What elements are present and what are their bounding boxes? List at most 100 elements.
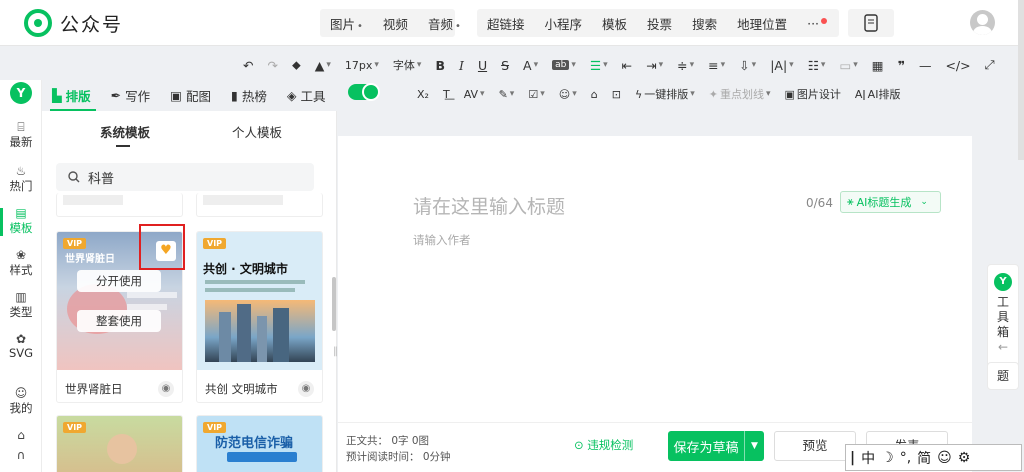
align-left-icon[interactable]: ☰ ▾ — [583, 58, 615, 73]
one-click-layout-button[interactable]: ϟ 一键排版 ▾ — [628, 86, 702, 102]
app-name: 公众号 — [60, 14, 124, 36]
ime-grip-icon[interactable]: | — [850, 450, 855, 466]
tab-personal-templates[interactable]: 个人模板 — [232, 122, 282, 141]
rail-active-indicator — [0, 208, 3, 236]
insert-template[interactable]: 模板 — [592, 14, 637, 33]
code-icon[interactable]: </> — [938, 58, 977, 73]
fullscreen-icon[interactable]: ⤢ — [978, 57, 1002, 73]
insert-miniprogram[interactable]: 小程序 — [535, 14, 593, 33]
template-card-child[interactable]: VIP — [56, 415, 183, 472]
divider-icon[interactable]: — — [912, 58, 939, 73]
plugin-logo-icon[interactable]: Y — [10, 82, 32, 104]
tab-tools[interactable]: ◈ 工具 — [277, 86, 336, 105]
background-color-button[interactable]: ab ▾ — [545, 60, 583, 70]
save-draft-button[interactable]: 保存为草稿 ▼ — [668, 431, 764, 461]
underline-button[interactable]: U — [471, 58, 494, 73]
insert-image-menu[interactable]: 图片 • — [320, 14, 373, 33]
tab-images[interactable]: ▣ 配图 — [160, 86, 221, 105]
block-style-icon[interactable]: ▭ ▾ — [832, 58, 864, 73]
plugin-toggle[interactable] — [348, 83, 380, 101]
list-icon[interactable]: ☷ ▾ — [801, 58, 833, 73]
image-design-button[interactable]: ▣ 图片设计 — [777, 86, 847, 102]
quote-icon[interactable]: ❞ — [891, 58, 912, 73]
insert-location[interactable]: 地理位置 — [727, 14, 797, 33]
insert-vote[interactable]: 投票 — [637, 14, 682, 33]
use-full-set-button[interactable]: 整套使用 — [77, 310, 161, 332]
rail-item-type[interactable]: ▥ 类型 — [0, 290, 42, 320]
ai-typeset-button[interactable]: Aǀ AI排版 — [848, 86, 908, 102]
emoji-icon[interactable]: ☺ ▾ — [552, 88, 584, 101]
moon-icon[interactable]: ☽ — [881, 450, 894, 466]
tab-writing[interactable]: ✒ 写作 — [101, 86, 161, 105]
table-icon[interactable]: ▦ — [865, 58, 891, 73]
italic-button[interactable]: I — [452, 58, 471, 73]
html-icon[interactable]: ⌂ — [584, 88, 605, 101]
avatar[interactable] — [970, 10, 995, 35]
resize-handle-icon[interactable]: ‖ — [333, 346, 338, 357]
search-input[interactable] — [88, 169, 288, 185]
template-card-telecom-fraud[interactable]: 防范电信诈骗 VIP — [196, 415, 323, 472]
insert-video-menu[interactable]: 视频 — [373, 14, 418, 33]
use-separately-button[interactable]: 分开使用 — [77, 270, 161, 292]
bold-button[interactable]: B — [428, 58, 452, 73]
title-input[interactable]: 请在这里输入标题 — [413, 192, 565, 219]
template-card-partial[interactable] — [196, 193, 323, 217]
rail-item-style[interactable]: ❀ 样式 — [0, 248, 42, 278]
font-family-select[interactable]: 字体 ▾ — [386, 57, 429, 73]
chevron-down-icon[interactable]: ▼ — [744, 431, 764, 461]
format-painter-icon[interactable]: ⬥ — [285, 57, 308, 73]
checkbox-icon[interactable]: ☑ ▾ — [521, 88, 551, 101]
insert-audio-menu[interactable]: 音频 • — [418, 14, 471, 33]
author-input[interactable]: 请输入作者 — [413, 232, 471, 248]
rail-item-hot[interactable]: ♨ 热门 — [0, 164, 42, 194]
spacing-after-icon[interactable]: ⇩ ▾ — [732, 58, 763, 73]
font-color-button[interactable]: A ▾ — [516, 58, 545, 73]
clear-format-icon[interactable]: ▲ ▾ — [308, 58, 338, 73]
superscript-icon[interactable]: T͟ — [436, 88, 457, 101]
phone-preview-button[interactable] — [848, 9, 894, 37]
insert-search[interactable]: 搜索 — [682, 14, 727, 33]
letter-spacing-icon[interactable]: |A| ▾ — [763, 58, 801, 73]
ime-chinese-mode[interactable]: 中 — [861, 448, 875, 468]
outdent-icon[interactable]: ⇥ ▾ — [639, 58, 670, 73]
rail-item-latest[interactable]: ⌸ 最新 — [0, 120, 42, 150]
ime-simplified-mode[interactable]: 简 — [917, 448, 931, 468]
template-card-partial[interactable] — [56, 193, 183, 217]
line-height-icon[interactable]: ≑ ▾ — [670, 58, 701, 73]
redo-icon[interactable]: ↷ — [260, 58, 284, 73]
template-subtabs: 系统模板 个人模板 — [42, 111, 336, 147]
preview-eye-icon[interactable]: ◉ — [298, 381, 314, 397]
panel-scrollbar[interactable] — [332, 277, 336, 331]
violation-check-button[interactable]: ⊙ 违规检测 — [574, 437, 633, 453]
strikethrough-button[interactable]: S — [494, 58, 516, 73]
indent-icon[interactable]: ⇤ — [615, 58, 639, 73]
preview-button[interactable]: 预览 — [774, 431, 856, 461]
right-tool-item[interactable]: 题 — [987, 362, 1019, 390]
paragraph-spacing-icon[interactable]: ≡ ▾ — [701, 58, 732, 73]
font-size-select[interactable]: 17px ▾ — [338, 59, 386, 72]
insert-hyperlink[interactable]: 超链接 — [477, 14, 535, 33]
right-toolbox[interactable]: Y 工 具 箱 ← — [987, 264, 1019, 368]
rail-item-support[interactable]: ∩ — [0, 448, 42, 462]
emoji-icon[interactable]: ☺ — [937, 450, 952, 466]
ai-title-generate-button[interactable]: ⚹ AI标题生成 ⌄ — [840, 191, 941, 213]
character-spacing-icon[interactable]: AV ▾ — [457, 88, 492, 101]
toolbox-icon[interactable]: ⊡ — [605, 88, 628, 101]
rail-item-template[interactable]: ▤ 模板 — [0, 206, 42, 236]
gear-icon[interactable]: ⚙ — [958, 450, 971, 466]
rail-item-more[interactable]: ⌂ — [0, 428, 42, 442]
subscript-icon[interactable]: X₂ — [410, 88, 436, 101]
template-card-civilized-city[interactable]: 共创 · 文明城市 VIP 共创 文明城市 ◉ — [196, 231, 323, 403]
magic-wand-icon[interactable]: ✎ ▾ — [492, 88, 522, 101]
undo-icon[interactable]: ↶ — [236, 58, 260, 73]
tab-layout[interactable]: ▙ 排版 — [42, 86, 101, 105]
highlight-underline-button[interactable]: ✦ 重点划线 ▾ — [702, 86, 778, 102]
more-menu-button[interactable]: ··· — [797, 16, 829, 31]
tab-hot-list[interactable]: ▮ 热榜 — [221, 86, 277, 105]
tab-system-templates[interactable]: 系统模板 — [100, 122, 150, 141]
rail-item-mine[interactable]: ☺ 我的 — [0, 386, 42, 416]
page-scrollbar[interactable] — [1018, 0, 1024, 160]
punctuation-icon[interactable]: °, — [900, 450, 911, 466]
rail-item-svg[interactable]: ✿ SVG — [0, 332, 42, 360]
preview-eye-icon[interactable]: ◉ — [158, 381, 174, 397]
